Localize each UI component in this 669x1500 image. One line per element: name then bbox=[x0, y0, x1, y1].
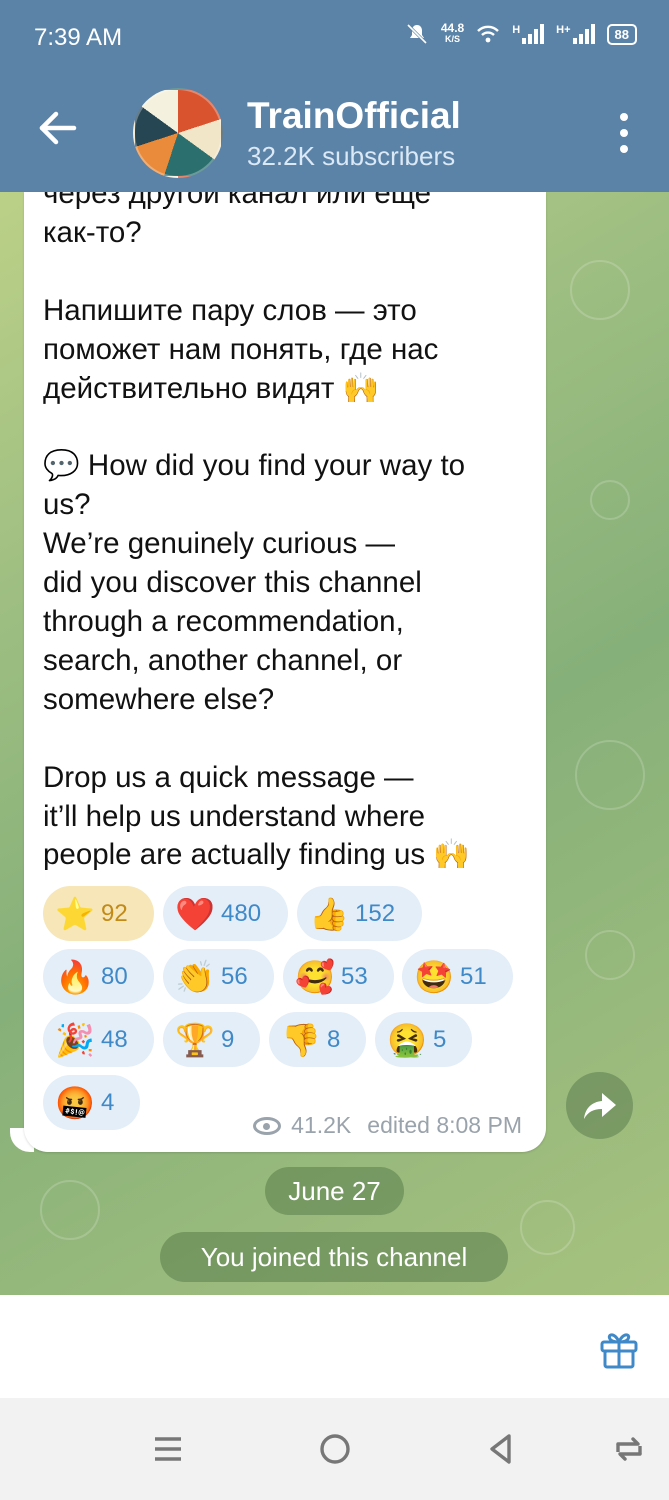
signal-1: H bbox=[512, 24, 545, 44]
reaction-count: 92 bbox=[101, 899, 128, 927]
cursing-face-icon: 🤬 bbox=[55, 1084, 95, 1121]
subscriber-count: 32.2K subscribers bbox=[247, 141, 456, 171]
trophy-icon: 🏆 bbox=[175, 1021, 215, 1058]
mute-bell-icon bbox=[406, 23, 427, 45]
reaction-chip[interactable]: 🤮 5 bbox=[375, 1012, 472, 1067]
smiling-hearts-icon: 🥰 bbox=[295, 958, 335, 995]
signal-bars-icon bbox=[572, 24, 595, 44]
forward-arrow-icon bbox=[583, 1092, 616, 1119]
reaction-count: 53 bbox=[341, 962, 368, 990]
reaction-count: 8 bbox=[327, 1025, 341, 1053]
channel-title[interactable]: TrainOfficial bbox=[247, 95, 461, 137]
channel-bottom-bar bbox=[0, 1295, 669, 1398]
message-bubble[interactable]: через другой канал или еще как-то? Напиш… bbox=[24, 192, 546, 1152]
eye-icon bbox=[253, 1116, 282, 1135]
reaction-chip[interactable]: 🎉 48 bbox=[43, 1012, 154, 1067]
net-speed-value: 44.8 bbox=[440, 21, 465, 35]
vomiting-face-icon: 🤮 bbox=[387, 1021, 427, 1058]
status-bar: 7:39 AM 44.8 K/S H H+ 88 bbox=[0, 0, 669, 75]
view-count: 41.2K bbox=[291, 1112, 352, 1138]
reaction-chip[interactable]: 👎 8 bbox=[269, 1012, 366, 1067]
status-time: 7:39 AM bbox=[34, 24, 123, 51]
reaction-count: 4 bbox=[101, 1088, 115, 1116]
edited-label: edited 8:08 PM bbox=[367, 1112, 522, 1138]
reaction-count: 5 bbox=[433, 1025, 447, 1053]
date-separator: June 27 bbox=[265, 1167, 404, 1215]
forward-button[interactable] bbox=[566, 1072, 633, 1139]
net-speed-unit: K/S bbox=[445, 34, 461, 44]
reaction-count: 51 bbox=[460, 962, 487, 990]
background-doodle bbox=[590, 480, 630, 520]
thumbs-up-icon: 👍 bbox=[309, 895, 349, 932]
back-nav-icon[interactable] bbox=[484, 1432, 518, 1466]
back-arrow-icon[interactable] bbox=[36, 105, 82, 151]
message-text: через другой канал или еще как-то? Напиш… bbox=[43, 192, 471, 872]
channel-header: TrainOfficial 32.2K subscribers bbox=[0, 75, 669, 192]
net-speed: 44.8 K/S bbox=[440, 21, 465, 45]
party-popper-icon: 🎉 bbox=[55, 1021, 95, 1058]
background-doodle bbox=[585, 930, 635, 980]
signal-1-label: H bbox=[512, 24, 521, 36]
signal-2: H+ bbox=[556, 24, 595, 44]
reaction-chip[interactable]: 🤬 4 bbox=[43, 1075, 140, 1130]
reaction-chip[interactable]: ⭐ 92 bbox=[43, 886, 154, 941]
reaction-count: 56 bbox=[221, 962, 248, 990]
service-message: You joined this channel bbox=[160, 1232, 508, 1282]
reaction-chip[interactable]: 🏆 9 bbox=[163, 1012, 260, 1067]
heart-icon: ❤️ bbox=[175, 895, 215, 932]
fire-icon: 🔥 bbox=[55, 958, 95, 995]
reaction-count: 48 bbox=[101, 1025, 128, 1053]
message-body: через другой канал или еще как-то? Напиш… bbox=[24, 192, 546, 1152]
reaction-chip[interactable]: 🔥 80 bbox=[43, 949, 154, 1004]
channel-avatar[interactable] bbox=[133, 88, 223, 178]
signal-bars-icon bbox=[522, 24, 545, 44]
gift-icon[interactable] bbox=[598, 1328, 640, 1370]
reaction-chip[interactable]: 👍 152 bbox=[297, 886, 422, 941]
background-doodle bbox=[520, 1200, 575, 1255]
signal-2-label: H+ bbox=[556, 24, 571, 36]
status-icons: 44.8 K/S H H+ 88 bbox=[405, 22, 637, 46]
reaction-count: 9 bbox=[221, 1025, 235, 1053]
star-struck-icon: 🤩 bbox=[414, 958, 454, 995]
reaction-chip[interactable]: 👏 56 bbox=[163, 949, 274, 1004]
more-options-icon[interactable] bbox=[617, 113, 631, 153]
background-doodle bbox=[40, 1180, 100, 1240]
system-nav-bar bbox=[0, 1398, 669, 1500]
background-doodle bbox=[570, 260, 630, 320]
clapping-icon: 👏 bbox=[175, 958, 215, 995]
reaction-count: 80 bbox=[101, 962, 128, 990]
home-icon[interactable] bbox=[318, 1432, 352, 1466]
rotate-screen-icon[interactable] bbox=[612, 1432, 646, 1466]
battery-indicator: 88 bbox=[606, 23, 637, 45]
reaction-chip[interactable]: 🥰 53 bbox=[283, 949, 394, 1004]
star-icon: ⭐ bbox=[55, 895, 95, 932]
reaction-chip[interactable]: 🤩 51 bbox=[402, 949, 513, 1004]
reaction-chip[interactable]: ❤️ 480 bbox=[163, 886, 288, 941]
reaction-count: 480 bbox=[221, 899, 262, 927]
wifi-icon bbox=[477, 25, 500, 43]
thumbs-down-icon: 👎 bbox=[281, 1021, 321, 1058]
recent-apps-icon[interactable] bbox=[151, 1432, 185, 1466]
background-doodle bbox=[575, 740, 645, 810]
reaction-count: 152 bbox=[355, 899, 396, 927]
message-meta: 41.2K edited 8:08 PM bbox=[253, 1112, 522, 1139]
